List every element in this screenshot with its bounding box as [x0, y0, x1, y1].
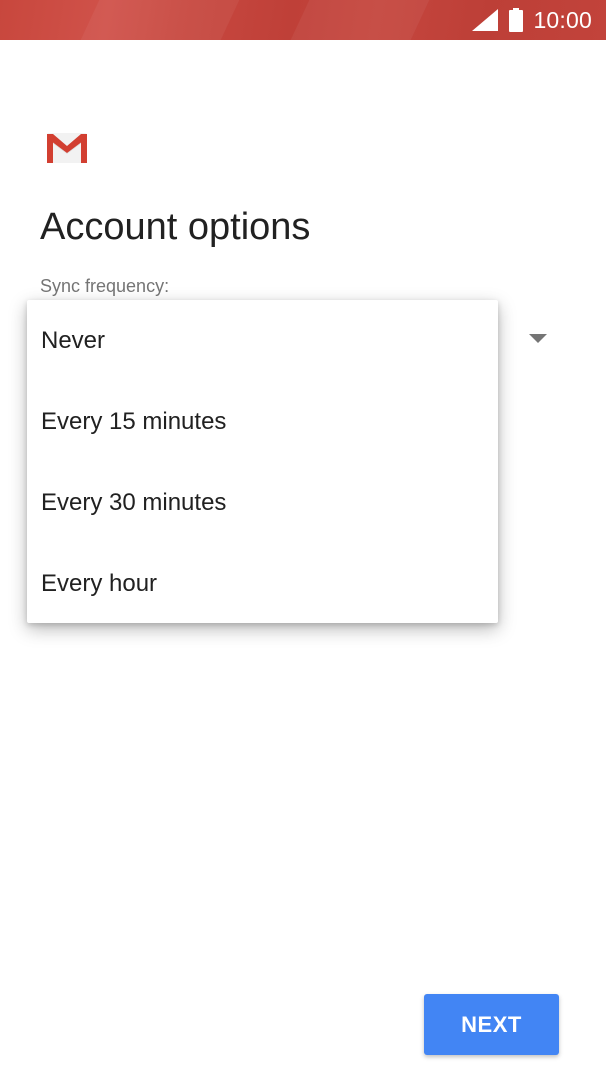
battery-icon [509, 8, 524, 32]
gmail-logo-icon [47, 133, 87, 163]
sync-option-every-hour[interactable]: Every hour [27, 543, 498, 624]
sync-frequency-label: Sync frequency: [40, 276, 170, 296]
dropdown-arrow-icon[interactable] [529, 334, 547, 343]
sync-option-never[interactable]: Never [27, 300, 498, 381]
cellular-signal-icon [472, 9, 499, 31]
status-bar: 10:00 [0, 0, 606, 40]
status-clock: 10:00 [533, 6, 592, 33]
sync-option-every-15-minutes[interactable]: Every 15 minutes [27, 381, 498, 462]
status-icons: 10:00 [471, 0, 592, 40]
sync-option-every-30-minutes[interactable]: Every 30 minutes [27, 462, 498, 543]
sync-frequency-dropdown-list: Never Every 15 minutes Every 30 minutes … [27, 300, 498, 623]
screen: 10:00 Account options Sync frequency: Ne… [0, 0, 606, 1078]
page-title: Account options [40, 206, 311, 248]
next-button[interactable]: NEXT [424, 994, 559, 1055]
status-bar-facet [80, 0, 240, 40]
status-bar-facet [290, 0, 430, 40]
